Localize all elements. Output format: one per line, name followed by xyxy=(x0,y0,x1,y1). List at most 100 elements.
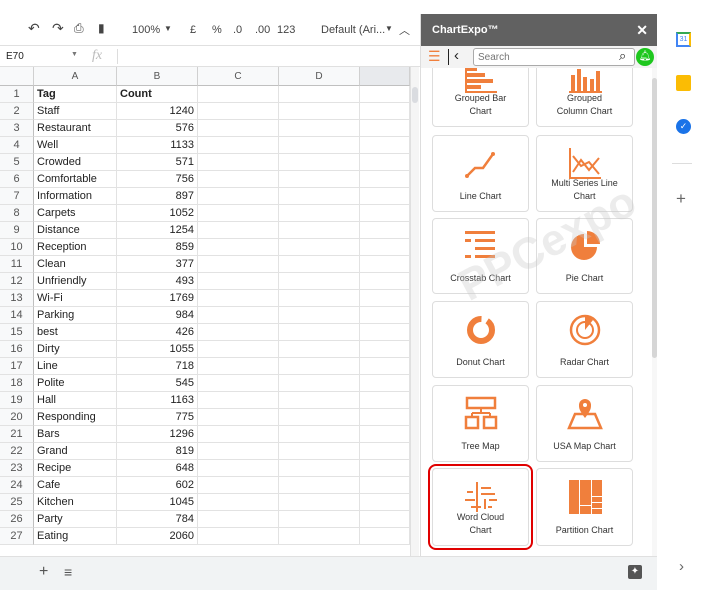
cell[interactable] xyxy=(279,494,360,511)
cell[interactable] xyxy=(279,222,360,239)
cell[interactable] xyxy=(198,528,279,545)
cell-count[interactable]: 1045 xyxy=(117,494,198,511)
cell[interactable] xyxy=(198,358,279,375)
cell-count[interactable]: 545 xyxy=(117,375,198,392)
cell[interactable] xyxy=(279,307,360,324)
cell-count[interactable]: 1052 xyxy=(117,205,198,222)
cell[interactable] xyxy=(360,341,410,358)
cell-count[interactable]: 984 xyxy=(117,307,198,324)
cell-tag[interactable]: Carpets xyxy=(34,205,117,222)
cell-count[interactable]: 1296 xyxy=(117,426,198,443)
cell[interactable] xyxy=(279,188,360,205)
cell[interactable] xyxy=(198,375,279,392)
cell-tag[interactable]: Kitchen xyxy=(34,494,117,511)
percent-button[interactable]: % xyxy=(212,24,222,36)
cell[interactable] xyxy=(198,205,279,222)
cell[interactable] xyxy=(198,443,279,460)
cell[interactable] xyxy=(198,290,279,307)
keep-icon[interactable] xyxy=(676,75,691,91)
cell[interactable] xyxy=(360,358,410,375)
cell[interactable] xyxy=(279,137,360,154)
row-number[interactable]: 2 xyxy=(0,103,34,120)
cell[interactable] xyxy=(279,324,360,341)
cell[interactable] xyxy=(360,188,410,205)
cell[interactable] xyxy=(279,443,360,460)
cell-tag[interactable]: best xyxy=(34,324,117,341)
cell-tag[interactable]: Responding xyxy=(34,409,117,426)
cell[interactable] xyxy=(198,341,279,358)
cell-count[interactable]: 897 xyxy=(117,188,198,205)
cell-count[interactable]: 377 xyxy=(117,256,198,273)
cell[interactable] xyxy=(360,460,410,477)
cell[interactable] xyxy=(279,205,360,222)
cell-count[interactable]: 784 xyxy=(117,511,198,528)
cell-count[interactable]: 576 xyxy=(117,120,198,137)
chart-card-partition[interactable]: Partition Chart xyxy=(536,468,633,546)
cell[interactable] xyxy=(198,392,279,409)
currency-button[interactable]: £ xyxy=(190,24,196,36)
row-number[interactable]: 3 xyxy=(0,120,34,137)
tasks-icon[interactable]: ✓ xyxy=(676,119,691,134)
column-header[interactable]: A xyxy=(34,67,117,86)
search-icon[interactable]: ⌕ xyxy=(619,48,626,64)
cell[interactable] xyxy=(279,358,360,375)
cell-tag[interactable]: Well xyxy=(34,137,117,154)
cell[interactable] xyxy=(198,222,279,239)
cell[interactable] xyxy=(360,443,410,460)
cell[interactable] xyxy=(360,392,410,409)
cell[interactable] xyxy=(279,375,360,392)
cell[interactable] xyxy=(360,477,410,494)
cell[interactable] xyxy=(198,426,279,443)
cell[interactable] xyxy=(279,154,360,171)
cell[interactable] xyxy=(360,205,410,222)
cell[interactable] xyxy=(279,256,360,273)
select-all-corner[interactable] xyxy=(0,67,34,86)
notification-bell-icon[interactable]: 🔔︎ xyxy=(636,48,654,66)
cell-tag[interactable]: Wi-Fi xyxy=(34,290,117,307)
cell[interactable] xyxy=(279,392,360,409)
zoom-select[interactable]: 100% xyxy=(132,24,160,36)
cell[interactable] xyxy=(198,103,279,120)
row-number[interactable]: 11 xyxy=(0,256,34,273)
chart-card-line-chart[interactable]: Line Chart xyxy=(432,135,529,212)
cell[interactable] xyxy=(360,290,410,307)
chart-card-grouped-bar[interactable]: Grouped Bar Chart xyxy=(432,68,529,127)
cell[interactable] xyxy=(360,239,410,256)
chart-card-word-cloud[interactable]: Word Cloud Chart xyxy=(428,464,533,550)
row-number[interactable]: 19 xyxy=(0,392,34,409)
row-number[interactable]: 23 xyxy=(0,460,34,477)
cell[interactable] xyxy=(360,120,410,137)
cell-tag[interactable]: Restaurant xyxy=(34,120,117,137)
cell[interactable] xyxy=(279,511,360,528)
cell-count[interactable]: 1163 xyxy=(117,392,198,409)
undo-icon[interactable]: ↶ xyxy=(28,20,40,37)
cell-tag[interactable]: Parking xyxy=(34,307,117,324)
expand-icon[interactable]: › xyxy=(679,558,684,575)
cell[interactable] xyxy=(360,307,410,324)
collapse-toolbar-icon[interactable]: ︿ xyxy=(399,22,410,38)
chart-card-grouped-column[interactable]: Grouped Column Chart xyxy=(536,68,633,127)
cell-count[interactable]: 718 xyxy=(117,358,198,375)
cell-count[interactable]: 1240 xyxy=(117,103,198,120)
cell-tag[interactable]: Dirty xyxy=(34,341,117,358)
cell-tag[interactable]: Information xyxy=(34,188,117,205)
add-addon-icon[interactable]: + xyxy=(676,189,686,209)
column-header[interactable] xyxy=(360,67,410,86)
cell-count[interactable]: 426 xyxy=(117,324,198,341)
back-icon[interactable]: ‹ xyxy=(454,47,459,64)
chart-card-radar[interactable]: Radar Chart xyxy=(536,301,633,378)
cell-count[interactable]: 493 xyxy=(117,273,198,290)
formula-input[interactable] xyxy=(117,49,407,64)
cell[interactable] xyxy=(198,120,279,137)
cell[interactable] xyxy=(279,171,360,188)
cell[interactable] xyxy=(198,86,279,103)
cell-tag[interactable]: Hall xyxy=(34,392,117,409)
cell[interactable] xyxy=(279,290,360,307)
cell-tag[interactable]: Unfriendly xyxy=(34,273,117,290)
cell-tag[interactable]: Crowded xyxy=(34,154,117,171)
row-number[interactable]: 21 xyxy=(0,426,34,443)
name-box-chevron-icon[interactable]: ▼ xyxy=(71,51,78,58)
increase-decimal-button[interactable]: .00 xyxy=(255,24,270,36)
cell[interactable] xyxy=(198,324,279,341)
cell[interactable] xyxy=(279,273,360,290)
